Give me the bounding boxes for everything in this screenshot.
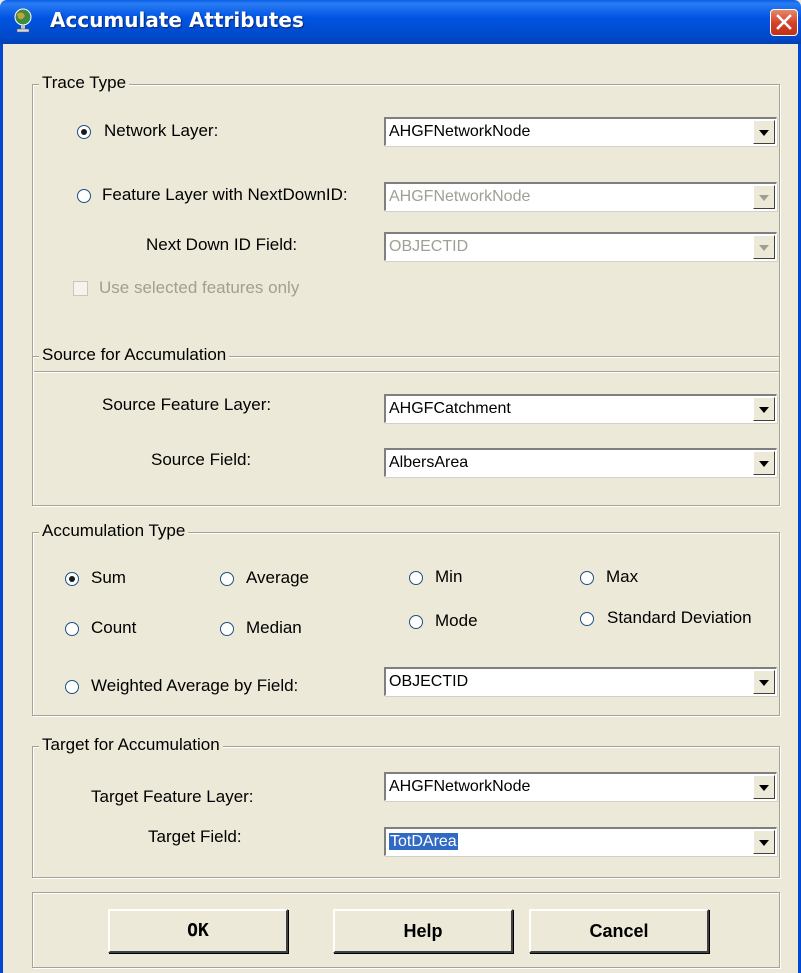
next-down-id-value: OBJECTID [389,238,469,255]
weighted-average-label: Weighted Average by Field: [91,676,299,695]
next-down-id-dropdown-button[interactable] [753,235,775,259]
max-radio[interactable] [580,571,594,585]
source-feature-layer-combo[interactable]: AHGFCatchment [384,394,777,423]
next-down-id-label: Next Down ID Field: [146,235,298,254]
trace-type-group: Trace Type Network Layer: AHGFNetworkNod… [32,73,780,372]
target-feature-layer-dropdown-button[interactable] [753,775,775,799]
button-panel: OK Help Cancel [32,892,780,968]
feature-layer-label: Feature Layer with NextDownID: [102,185,348,204]
feature-layer-value: AHGFNetworkNode [389,188,531,205]
close-icon [776,14,792,30]
source-feature-layer-dropdown-button[interactable] [753,397,775,421]
close-button[interactable] [770,9,798,36]
source-feature-layer-value: AHGFCatchment [389,400,511,417]
feature-layer-combo[interactable]: AHGFNetworkNode [384,182,777,211]
max-label: Max [606,567,639,586]
sum-label: Sum [91,568,126,587]
use-selected-label: Use selected features only [99,278,300,297]
median-radio[interactable] [220,622,234,636]
network-layer-value: AHGFNetworkNode [389,123,531,140]
target-group: Target for Accumulation Target Feature L… [32,735,780,878]
count-radio[interactable] [65,622,79,636]
average-radio[interactable] [220,572,234,586]
weighted-average-radio[interactable] [65,680,79,694]
mode-label: Mode [435,611,478,630]
network-layer-combo[interactable]: AHGFNetworkNode [384,117,777,146]
weighted-field-value: OBJECTID [389,673,469,690]
target-field-label: Target Field: [148,827,242,846]
dialog-client-area: Trace Type Network Layer: AHGFNetworkNod… [0,44,801,973]
trace-type-legend: Trace Type [39,73,130,93]
target-legend: Target for Accumulation [39,735,223,755]
feature-layer-dropdown-button[interactable] [753,185,775,209]
target-field-value: TotDArea [389,833,458,850]
target-field-dropdown-button[interactable] [753,830,775,854]
target-feature-layer-value: AHGFNetworkNode [389,778,531,795]
average-label: Average [246,568,310,587]
source-feature-layer-label: Source Feature Layer: [102,395,272,414]
mode-radio[interactable] [409,615,423,629]
app-globe-icon [14,8,32,33]
source-field-dropdown-button[interactable] [753,451,775,475]
target-feature-layer-label: Target Feature Layer: [91,787,254,806]
weighted-field-dropdown-button[interactable] [753,670,775,694]
count-label: Count [91,618,137,637]
target-feature-layer-combo[interactable]: AHGFNetworkNode [384,772,777,801]
target-field-value-wrap: TotDArea [389,833,458,851]
weighted-field-combo[interactable]: OBJECTID [384,667,777,696]
accumulation-type-group: Accumulation Type Sum Average Min Max Co… [32,521,780,716]
source-field-label: Source Field: [151,450,252,469]
feature-layer-radio[interactable] [77,189,91,203]
source-field-value: AlbersArea [389,454,469,471]
use-selected-checkbox[interactable] [73,281,88,296]
network-layer-dropdown-button[interactable] [753,120,775,144]
network-layer-label: Network Layer: [104,121,219,140]
min-radio[interactable] [409,571,423,585]
help-button[interactable]: Help [333,909,513,953]
title-bar: Accumulate Attributes [0,0,801,44]
cancel-button[interactable]: Cancel [529,909,709,953]
network-layer-radio[interactable] [77,125,91,139]
next-down-id-combo[interactable]: OBJECTID [384,232,777,261]
window-title: Accumulate Attributes [50,8,304,32]
accumulation-type-legend: Accumulation Type [39,521,189,541]
min-label: Min [435,567,463,586]
median-label: Median [246,618,302,637]
std-dev-radio[interactable] [580,612,594,626]
ok-button[interactable]: OK [108,909,288,953]
target-field-combo[interactable]: TotDArea [384,827,777,856]
source-group: Source for Accumulation Source Feature L… [32,345,780,506]
source-legend: Source for Accumulation [39,345,230,365]
sum-radio[interactable] [65,572,79,586]
std-dev-label: Standard Deviation [607,608,752,627]
source-field-combo[interactable]: AlbersArea [384,448,777,477]
